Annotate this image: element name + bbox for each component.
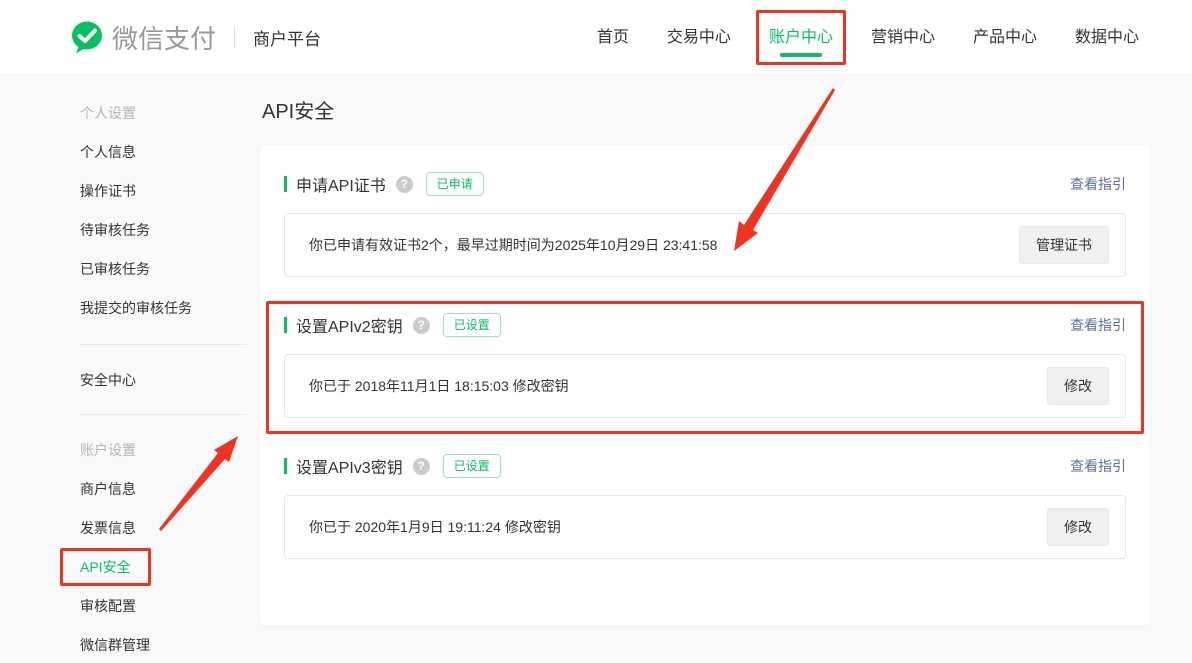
cert-status-text: 你已申请有效证书2个，最早过期时间为2025年10月29日 23:41:58: [309, 235, 717, 255]
modify-apiv2-key-button[interactable]: 修改: [1047, 367, 1109, 405]
section-apiv2-key: 设置APIv2密钥 ? 已设置 查看指引 你已于 2018年11月1日 18:1…: [284, 314, 1126, 418]
sidebar-divider: [80, 414, 247, 415]
nav-product-center[interactable]: 产品中心: [960, 10, 1050, 65]
view-guide-link[interactable]: 查看指引: [1070, 174, 1126, 194]
sidebar-item-pending-review-tasks[interactable]: 待审核任务: [0, 210, 250, 249]
section-header: 设置APIv2密钥 ? 已设置 查看指引: [284, 314, 1126, 336]
brand-divider: [234, 26, 235, 48]
brand-name: 微信支付: [112, 19, 216, 56]
top-nav: 首页 交易中心 账户中心 营销中心 产品中心 数据中心: [584, 10, 1152, 65]
status-badge: 已申请: [426, 172, 484, 196]
status-badge: 已设置: [443, 454, 501, 478]
status-badge: 已设置: [443, 313, 501, 337]
sidebar-item-personal-info[interactable]: 个人信息: [0, 132, 250, 171]
portal-name: 商户平台: [253, 25, 321, 50]
help-icon[interactable]: ?: [413, 317, 430, 334]
nav-data-center[interactable]: 数据中心: [1062, 10, 1152, 65]
top-header: 微信支付 商户平台 首页 交易中心 账户中心 营销中心 产品中心 数据中心: [0, 0, 1192, 75]
apiv2-key-status-text: 你已于 2018年11月1日 18:15:03 修改密钥: [309, 376, 569, 396]
sidebar-group-account-settings: 账户设置: [0, 430, 250, 469]
sidebar: 个人设置 个人信息 操作证书 待审核任务 已审核任务 我提交的审核任务 安全中心…: [0, 75, 250, 663]
section-title: 设置APIv2密钥: [296, 313, 403, 337]
main-content: API安全 申请API证书 ? 已申请 查看指引 你已申请有效证书2个，最早过期…: [260, 75, 1150, 625]
sidebar-item-invoice-info[interactable]: 发票信息: [0, 508, 250, 547]
nav-marketing-center[interactable]: 营销中心: [858, 10, 948, 65]
brand[interactable]: 微信支付 商户平台: [70, 19, 321, 56]
section-api-certificate: 申请API证书 ? 已申请 查看指引 你已申请有效证书2个，最早过期时间为202…: [284, 173, 1126, 277]
info-box: 你已于 2020年1月9日 19:11:24 修改密钥 修改: [284, 495, 1126, 559]
nav-home[interactable]: 首页: [584, 10, 642, 65]
section-apiv3-key: 设置APIv3密钥 ? 已设置 查看指引 你已于 2020年1月9日 19:11…: [284, 455, 1126, 559]
view-guide-link[interactable]: 查看指引: [1070, 456, 1126, 476]
section-title: 申请API证书: [296, 172, 386, 196]
section-header: 设置APIv3密钥 ? 已设置 查看指引: [284, 455, 1126, 477]
help-icon[interactable]: ?: [413, 458, 430, 475]
section-accent-bar: [284, 176, 287, 192]
apiv3-key-status-text: 你已于 2020年1月9日 19:11:24 修改密钥: [309, 517, 561, 537]
sidebar-item-review-config[interactable]: 审核配置: [0, 586, 250, 625]
annotation-box-api-security: API安全: [60, 548, 151, 586]
sidebar-item-my-submitted-tasks[interactable]: 我提交的审核任务: [0, 288, 250, 327]
nav-trade-center[interactable]: 交易中心: [654, 10, 744, 65]
help-icon[interactable]: ?: [396, 176, 413, 193]
view-guide-link[interactable]: 查看指引: [1070, 315, 1126, 335]
api-security-card: 申请API证书 ? 已申请 查看指引 你已申请有效证书2个，最早过期时间为202…: [260, 145, 1150, 625]
sidebar-item-api-security[interactable]: API安全: [0, 547, 250, 586]
sidebar-divider: [80, 344, 247, 345]
page-title: API安全: [262, 100, 1150, 124]
sidebar-item-operation-cert[interactable]: 操作证书: [0, 171, 250, 210]
nav-account-center[interactable]: 账户中心: [756, 10, 846, 65]
sidebar-group-personal-settings: 个人设置: [0, 93, 250, 132]
sidebar-item-merchant-info[interactable]: 商户信息: [0, 469, 250, 508]
section-title: 设置APIv3密钥: [296, 454, 403, 478]
modify-apiv3-key-button[interactable]: 修改: [1047, 508, 1109, 546]
section-accent-bar: [284, 317, 287, 333]
sidebar-item-security-center[interactable]: 安全中心: [0, 360, 250, 399]
info-box: 你已申请有效证书2个，最早过期时间为2025年10月29日 23:41:58 管…: [284, 213, 1126, 277]
sidebar-item-wechat-group-mgmt[interactable]: 微信群管理: [0, 625, 250, 663]
wechat-pay-logo-icon: [70, 20, 104, 54]
section-accent-bar: [284, 458, 287, 474]
section-header: 申请API证书 ? 已申请 查看指引: [284, 173, 1126, 195]
info-box: 你已于 2018年11月1日 18:15:03 修改密钥 修改: [284, 354, 1126, 418]
sidebar-item-reviewed-tasks[interactable]: 已审核任务: [0, 249, 250, 288]
manage-cert-button[interactable]: 管理证书: [1019, 226, 1109, 264]
